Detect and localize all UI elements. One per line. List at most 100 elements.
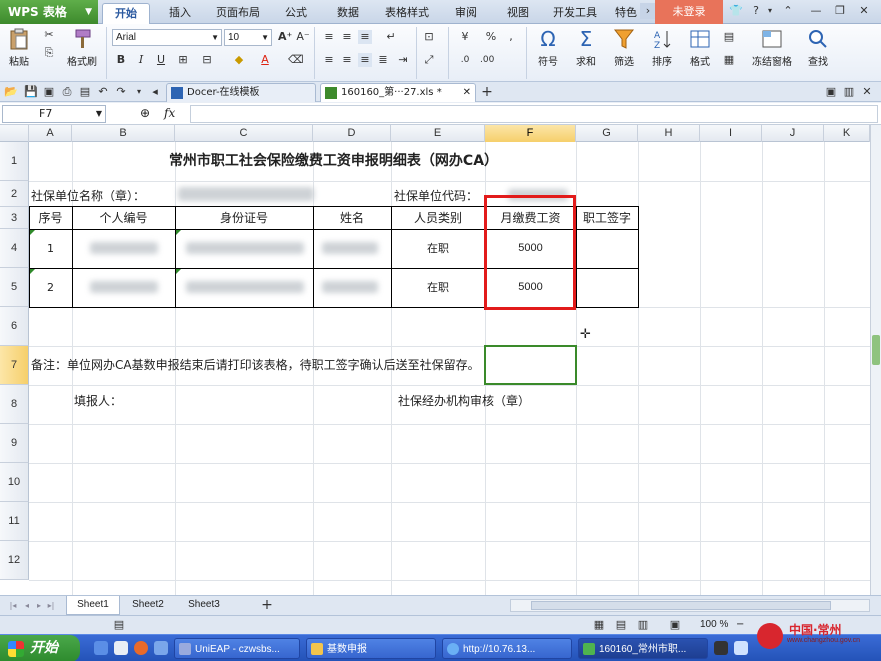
select-all-corner[interactable] bbox=[0, 125, 29, 142]
row-header[interactable]: 12 bbox=[0, 541, 29, 580]
tab-home[interactable]: 开始 bbox=[102, 3, 150, 24]
symbol-button[interactable]: Ω 符号 bbox=[530, 28, 566, 68]
zoom-out-icon[interactable]: − bbox=[736, 619, 744, 630]
merge-icon[interactable]: ⊟ bbox=[200, 53, 214, 67]
tab-insert[interactable]: 插入 bbox=[160, 3, 200, 24]
decrease-decimal-icon[interactable]: .00 bbox=[480, 53, 494, 67]
align-bottom-icon[interactable]: ≡ bbox=[358, 30, 372, 44]
distribute-icon[interactable]: ≣ bbox=[376, 53, 390, 67]
formula-input[interactable] bbox=[190, 105, 878, 123]
app-menu-button[interactable]: WPS 表格 ▼ bbox=[0, 0, 98, 24]
rows-cols-icon[interactable]: ▤ bbox=[722, 30, 736, 44]
minimize-icon[interactable]: — bbox=[808, 3, 824, 19]
table-cell-category[interactable]: 在职 bbox=[391, 268, 485, 307]
font-size-select[interactable]: 10 ▼ bbox=[224, 29, 272, 46]
row-header[interactable]: 9 bbox=[0, 424, 29, 463]
find-button[interactable]: 查找 bbox=[800, 28, 836, 68]
header-seq[interactable]: 序号 bbox=[29, 207, 72, 229]
redo-icon[interactable]: ↷ bbox=[114, 85, 128, 99]
note-text[interactable]: 备注：单位网办CA基数申报结束后请打印该表格，待职工签字确认后送至社保留存。 bbox=[31, 346, 480, 385]
col-header[interactable]: H bbox=[638, 125, 700, 142]
chevron-left-icon[interactable]: ◂ bbox=[148, 85, 162, 99]
undo-icon[interactable]: ↶ bbox=[96, 85, 110, 99]
chevron-down-icon[interactable]: ▾ bbox=[762, 3, 778, 19]
comma-icon[interactable]: , bbox=[504, 30, 518, 44]
align-left-icon[interactable]: ≡ bbox=[322, 53, 336, 67]
col-header[interactable]: B bbox=[72, 125, 175, 142]
sheet-tab-1[interactable]: Sheet1 bbox=[66, 596, 120, 615]
tray-keyboard-icon[interactable] bbox=[734, 641, 748, 655]
table-cell-seq[interactable]: 2 bbox=[29, 268, 72, 307]
col-header[interactable]: I bbox=[700, 125, 762, 142]
tray-app-icon[interactable] bbox=[714, 641, 728, 655]
row-header[interactable]: 3 bbox=[0, 207, 29, 229]
save-icon[interactable]: 💾 bbox=[24, 85, 38, 99]
last-sheet-icon[interactable]: ▸| bbox=[44, 599, 58, 613]
name-box[interactable]: F7 ▼ bbox=[2, 105, 106, 123]
header-id-card[interactable]: 身份证号 bbox=[175, 207, 313, 229]
zoom-level[interactable]: 100 % bbox=[700, 619, 728, 630]
scroll-thumb[interactable] bbox=[531, 601, 831, 610]
table-cell-category[interactable]: 在职 bbox=[391, 229, 485, 268]
unit-code-label[interactable]: 社保单位代码： bbox=[394, 187, 478, 204]
first-sheet-icon[interactable]: |◂ bbox=[6, 599, 20, 613]
normal-view-icon[interactable]: ▦ bbox=[592, 618, 606, 632]
restore-icon[interactable]: ❐ bbox=[832, 3, 848, 19]
close-icon[interactable]: ✕ bbox=[856, 3, 872, 19]
login-button[interactable]: 未登录 bbox=[655, 0, 723, 24]
collapse-ribbon-icon[interactable]: ⌃ bbox=[780, 3, 796, 19]
new-tab-icon[interactable]: + bbox=[480, 85, 494, 99]
row-header[interactable]: 10 bbox=[0, 463, 29, 502]
header-name[interactable]: 姓名 bbox=[313, 207, 391, 229]
tile-icon[interactable]: ▥ bbox=[842, 85, 856, 99]
percent-icon[interactable]: % bbox=[484, 30, 498, 44]
shirt-icon[interactable]: 👕 bbox=[728, 3, 744, 19]
header-category[interactable]: 人员类别 bbox=[391, 207, 485, 229]
open-icon[interactable]: 📂 bbox=[4, 85, 18, 99]
tab-page-layout[interactable]: 页面布局 bbox=[212, 3, 264, 24]
borders-icon[interactable]: ⊞ bbox=[176, 53, 190, 67]
row-header[interactable]: 2 bbox=[0, 181, 29, 207]
tab-view[interactable]: 视图 bbox=[500, 3, 536, 24]
filter-button[interactable]: 筛选 bbox=[606, 28, 642, 68]
fx-icon[interactable]: fx bbox=[164, 106, 175, 120]
doc-tab-docer[interactable]: Docer-在线模板 bbox=[166, 83, 316, 102]
increase-font-icon[interactable]: A⁺ bbox=[278, 30, 292, 44]
col-header[interactable]: D bbox=[313, 125, 391, 142]
tab-table-style[interactable]: 表格样式 bbox=[380, 3, 434, 24]
col-header-selected[interactable]: F bbox=[485, 125, 576, 142]
orientation-icon[interactable]: ⤢ bbox=[422, 53, 436, 67]
zoom-icon[interactable]: ⊕ bbox=[140, 106, 150, 120]
align-top-icon[interactable]: ≡ bbox=[322, 30, 336, 44]
indent-icon[interactable]: ⇥ bbox=[396, 53, 410, 67]
copy-icon[interactable]: ⎘ bbox=[42, 46, 56, 60]
vertical-scrollbar[interactable] bbox=[870, 125, 881, 595]
page-layout-view-icon[interactable]: ▥ bbox=[636, 618, 650, 632]
sum-button[interactable]: Σ 求和 bbox=[568, 28, 604, 68]
format-painter-button[interactable]: 格式刷 bbox=[62, 28, 102, 68]
align-middle-icon[interactable]: ≡ bbox=[340, 30, 354, 44]
task-browser[interactable]: http://10.76.13... bbox=[442, 638, 572, 659]
format-button[interactable]: 格式 bbox=[682, 28, 718, 68]
review-label[interactable]: 社保经办机构审核（章） bbox=[398, 385, 530, 424]
window-list-icon[interactable]: ▣ bbox=[824, 85, 838, 99]
active-cell-f7[interactable] bbox=[484, 345, 577, 385]
col-header[interactable]: C bbox=[175, 125, 313, 142]
freeze-panes-button[interactable]: 冻结窗格 bbox=[748, 28, 796, 68]
filler-label[interactable]: 填报人： bbox=[74, 385, 122, 424]
desktop-quicklaunch-icon[interactable] bbox=[114, 641, 128, 655]
horizontal-scrollbar[interactable] bbox=[510, 599, 870, 612]
col-header[interactable]: E bbox=[391, 125, 485, 142]
quicklaunch-icon[interactable] bbox=[154, 641, 168, 655]
fill-color-icon[interactable]: ◆ bbox=[232, 53, 246, 67]
paste-button[interactable]: 粘贴 bbox=[4, 28, 34, 68]
number-format-icon[interactable]: ¥ bbox=[458, 30, 472, 44]
merge-center-icon[interactable]: ⊡ bbox=[422, 30, 436, 44]
cut-icon[interactable]: ✂ bbox=[42, 28, 56, 42]
chevron-down-icon[interactable]: ▾ bbox=[132, 85, 146, 99]
row-header[interactable]: 5 bbox=[0, 268, 29, 307]
unit-name-label[interactable]: 社保单位名称（章）： bbox=[31, 187, 145, 204]
row-header[interactable]: 8 bbox=[0, 385, 29, 424]
tab-data[interactable]: 数据 bbox=[330, 3, 366, 24]
col-header[interactable]: G bbox=[576, 125, 638, 142]
